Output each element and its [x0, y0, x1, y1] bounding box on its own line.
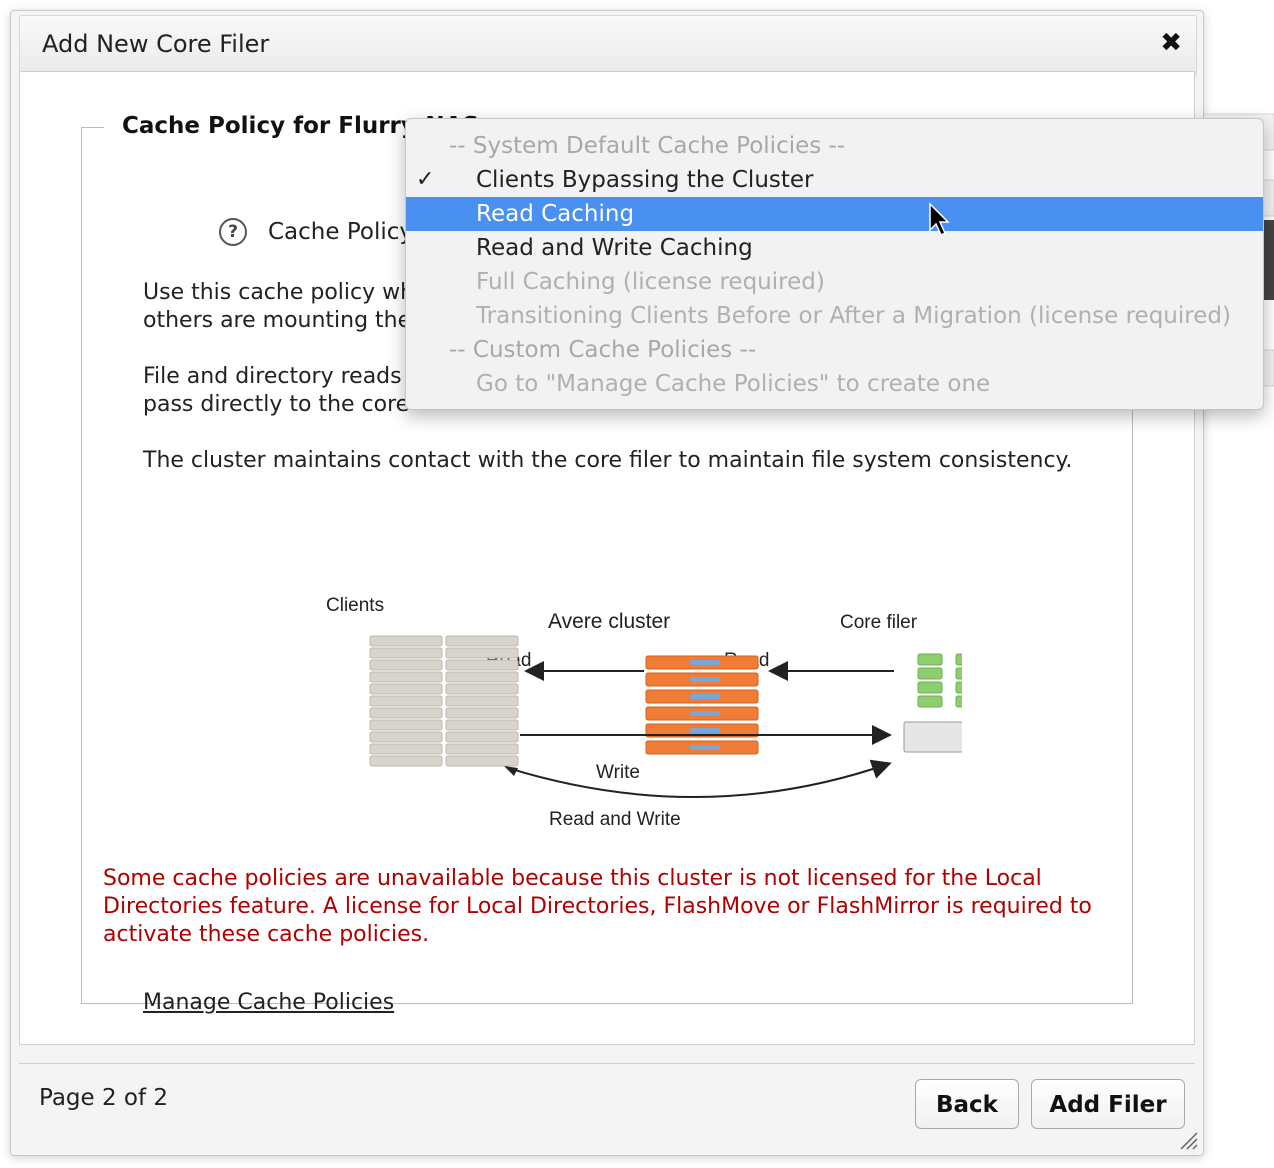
client-server-unit — [445, 671, 519, 683]
cluster-node-led — [690, 745, 720, 750]
dialog-title: Add New Core Filer — [42, 30, 270, 58]
write-label: Write — [596, 762, 640, 783]
close-icon[interactable]: ✖ — [1160, 28, 1182, 58]
manage-cache-policies-link[interactable]: Manage Cache Policies — [143, 990, 394, 1015]
read-write-arrow — [507, 759, 892, 798]
client-server-unit — [369, 707, 443, 719]
clients-server-rack — [369, 635, 519, 767]
core-filer-disk — [917, 681, 943, 694]
clients-label: Clients — [326, 595, 384, 616]
cluster-node-led — [690, 677, 720, 682]
core-filer-disk — [955, 695, 962, 708]
client-server-unit — [369, 719, 443, 731]
cluster-node-led — [690, 660, 720, 665]
dropdown-option-full-caching: Full Caching (license required) — [406, 265, 1263, 299]
client-server-unit — [445, 635, 519, 647]
client-server-unit — [369, 731, 443, 743]
dropdown-option-clients-bypassing[interactable]: ✓ Clients Bypassing the Cluster — [406, 163, 1263, 197]
client-server-unit — [445, 683, 519, 695]
client-server-unit — [445, 647, 519, 659]
client-server-unit — [369, 683, 443, 695]
client-server-unit — [369, 659, 443, 671]
client-server-unit — [369, 647, 443, 659]
option-label: Read and Write Caching — [476, 235, 753, 261]
dropdown-group-custom: -- Custom Cache Policies -- — [449, 337, 757, 363]
client-server-unit — [445, 707, 519, 719]
option-label: Full Caching (license required) — [476, 269, 825, 295]
checkmark-icon: ✓ — [416, 167, 435, 192]
client-server-unit — [369, 743, 443, 755]
cluster-node-led — [690, 711, 720, 716]
page-indicator: Page 2 of 2 — [39, 1085, 169, 1111]
client-server-unit — [445, 731, 519, 743]
license-warning: Some cache policies are unavailable beca… — [103, 866, 1092, 947]
client-server-unit — [445, 719, 519, 731]
resize-grip-icon[interactable] — [1177, 1129, 1199, 1151]
core-filer-disk — [955, 667, 962, 680]
dialog-titlebar[interactable]: Add New Core Filer ✖ — [19, 15, 1197, 77]
client-server-unit — [445, 755, 519, 767]
cache-policy-dropdown[interactable]: -- System Default Cache Policies -- ✓ Cl… — [405, 118, 1264, 410]
core-filer-chassis — [903, 721, 962, 753]
dropdown-group-system: -- System Default Cache Policies -- — [449, 133, 846, 159]
option-label: Clients Bypassing the Cluster — [476, 167, 814, 193]
option-label: Read Caching — [476, 201, 635, 227]
description-line: The cluster maintains contact with the c… — [143, 448, 1073, 473]
dropdown-option-read-write-caching[interactable]: Read and Write Caching — [406, 231, 1263, 265]
cluster-label: Avere cluster — [548, 610, 670, 633]
core-filer-label: Core filer — [840, 612, 918, 633]
core-filer-disk — [917, 653, 943, 666]
description-paragraph-3: The cluster maintains contact with the c… — [143, 447, 1113, 475]
client-server-unit — [369, 695, 443, 707]
read-write-arrowhead-left — [504, 766, 518, 776]
client-server-unit — [369, 755, 443, 767]
core-filer-disk — [955, 681, 962, 694]
cluster-node-led — [690, 694, 720, 699]
dropdown-option-transitioning-clients: Transitioning Clients Before or After a … — [406, 299, 1263, 333]
cache-policy-diagram: Clients Avere cluster Core filer Read Re… — [326, 595, 962, 828]
add-filer-button[interactable]: Add Filer — [1031, 1079, 1185, 1129]
dropdown-option-read-caching[interactable]: Read Caching — [406, 197, 1263, 231]
dropdown-custom-hint: Go to "Manage Cache Policies" to create … — [476, 371, 991, 397]
core-filer-disk — [955, 653, 962, 666]
back-button[interactable]: Back — [915, 1079, 1019, 1129]
client-server-unit — [445, 695, 519, 707]
cache-policy-label: Cache Policy — [268, 219, 413, 245]
footer-divider — [19, 1063, 1195, 1064]
option-label: Transitioning Clients Before or After a … — [476, 303, 1231, 329]
read-write-label: Read and Write — [549, 809, 681, 828]
mouse-pointer-icon — [929, 202, 950, 237]
client-server-unit — [445, 743, 519, 755]
client-server-unit — [369, 671, 443, 683]
question-circle-icon[interactable]: ? — [219, 218, 247, 246]
client-server-unit — [369, 635, 443, 647]
core-filer-disk — [917, 695, 943, 708]
core-filer-storage — [903, 653, 962, 753]
client-server-unit — [445, 659, 519, 671]
cluster-node-led — [690, 728, 720, 733]
core-filer-disk — [917, 667, 943, 680]
